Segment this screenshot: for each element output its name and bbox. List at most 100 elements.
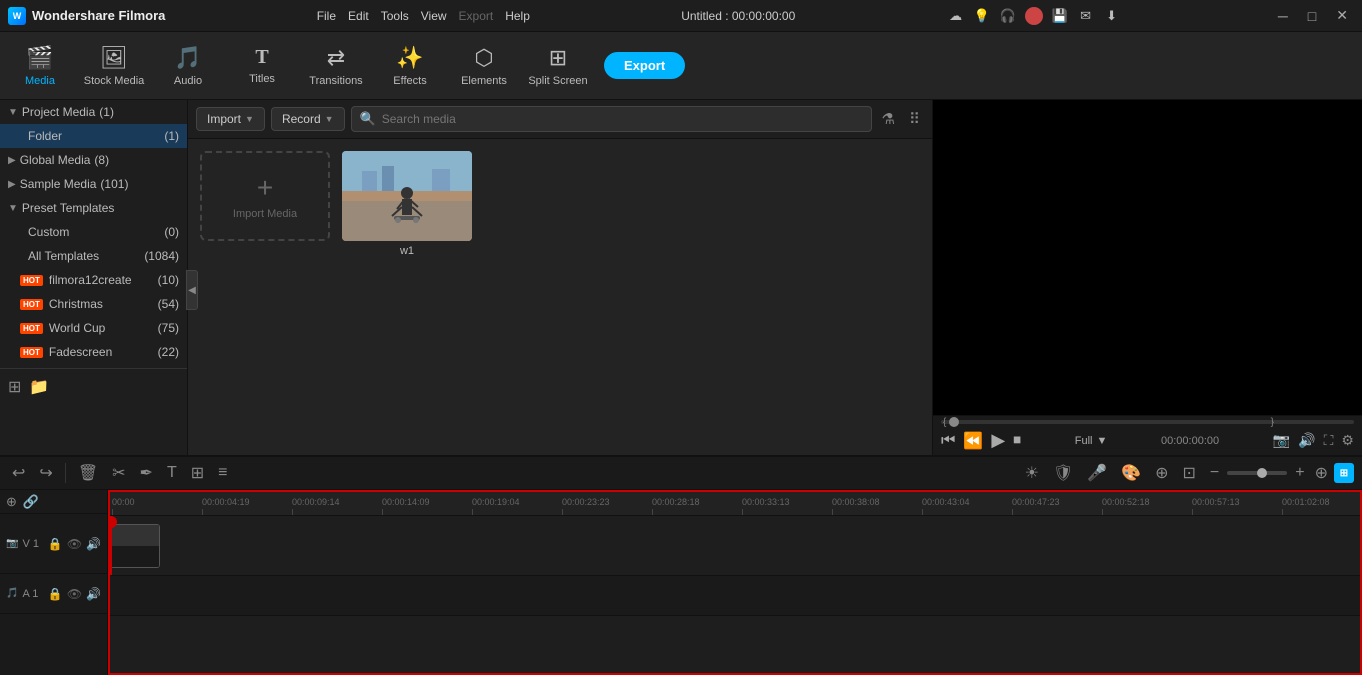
volume-icon[interactable]: 🔊 xyxy=(1298,432,1315,449)
panel-bottom-folder-icon[interactable]: 📁 xyxy=(29,377,49,397)
panel-project-media[interactable]: ▼ Project Media (1) xyxy=(0,100,187,124)
maximize-button[interactable]: □ xyxy=(1302,6,1322,26)
panel-all-templates[interactable]: All Templates (1084) xyxy=(0,244,187,268)
menu-bar: File Edit Tools View Export Help xyxy=(317,9,530,23)
search-input[interactable] xyxy=(382,112,863,126)
add-media-track-button[interactable]: ⊕ xyxy=(6,494,17,510)
grid-view-icon[interactable]: ⠿ xyxy=(905,108,924,130)
toolbar-titles[interactable]: T Titles xyxy=(226,34,298,98)
shield-button[interactable]: 🛡 xyxy=(1049,461,1077,485)
pen-button[interactable]: ✒ xyxy=(136,461,157,485)
app-window: W Wondershare Filmora File Edit Tools Vi… xyxy=(0,0,1362,675)
record-button[interactable]: Record ▼ xyxy=(271,107,345,131)
color-button[interactable]: 🎨 xyxy=(1117,461,1145,485)
camera-icon[interactable]: 📷 xyxy=(1273,432,1290,449)
stabilize-button[interactable]: ☀ xyxy=(1021,461,1043,485)
christmas-count: (54) xyxy=(158,297,179,311)
menu-file[interactable]: File xyxy=(317,9,336,23)
panel-world-cup[interactable]: HOT World Cup (75) xyxy=(0,316,187,340)
panel-fadescreen[interactable]: HOT Fadescreen (22) xyxy=(0,340,187,364)
add-media-button[interactable]: + Import Media xyxy=(200,151,330,241)
audio-track-lock-icon[interactable]: 🔒 xyxy=(48,587,63,601)
menu-view[interactable]: View xyxy=(421,9,447,23)
panel-filmora12create[interactable]: HOT filmora12create (10) xyxy=(0,268,187,292)
preview-seekbar[interactable]: { } xyxy=(941,420,1354,424)
menu-export[interactable]: Export xyxy=(459,9,494,23)
undo-button[interactable]: ↩ xyxy=(8,461,29,485)
zoom-slider-thumb[interactable] xyxy=(1257,468,1267,478)
track-eye-icon[interactable]: 👁 xyxy=(67,537,82,551)
export-button[interactable]: Export xyxy=(604,52,685,79)
seekbar-thumb[interactable] xyxy=(949,417,959,427)
multitrack-button[interactable]: ≡ xyxy=(214,462,231,484)
toolbar-transitions[interactable]: ⇄ Transitions xyxy=(300,34,372,98)
track-lock-icon[interactable]: 🔒 xyxy=(48,537,63,551)
menu-help[interactable]: Help xyxy=(505,9,530,23)
menu-edit[interactable]: Edit xyxy=(348,9,369,23)
snap-button[interactable]: ⊞ xyxy=(1334,463,1354,483)
media-item-w1[interactable]: w1 xyxy=(342,151,472,257)
text-button[interactable]: T xyxy=(163,462,181,484)
cut-button[interactable]: ✂ xyxy=(108,461,129,485)
panel-preset-templates[interactable]: ▼ Preset Templates xyxy=(0,196,187,220)
audio-track-vol-icon[interactable]: 🔊 xyxy=(86,587,101,601)
adjust-button[interactable]: ⊞ xyxy=(187,461,208,485)
close-button[interactable]: ✕ xyxy=(1330,5,1354,26)
panel-bottom-grid-icon[interactable]: ⊞ xyxy=(8,377,21,397)
cloud-icon[interactable]: ☁ xyxy=(947,7,965,25)
mic-button[interactable]: 🎤 xyxy=(1083,461,1111,485)
mail-icon[interactable]: ✉ xyxy=(1077,7,1095,25)
panel-custom[interactable]: Custom (0) xyxy=(0,220,187,244)
world-cup-count: (75) xyxy=(158,321,179,335)
link-track-button[interactable]: 🔗 xyxy=(23,494,39,510)
redo-button[interactable]: ↪ xyxy=(35,461,56,485)
audio-track-eye-icon[interactable]: 👁 xyxy=(67,587,82,601)
toolbar-elements[interactable]: ⬡ Elements xyxy=(448,34,520,98)
download-icon[interactable]: ⬇ xyxy=(1103,7,1121,25)
menu-tools[interactable]: Tools xyxy=(381,9,409,23)
zoom-slider[interactable] xyxy=(1227,471,1287,475)
delete-button[interactable]: 🗑 xyxy=(74,461,102,485)
fullscreen-icon[interactable]: ⛶ xyxy=(1324,432,1334,449)
collapse-panel-button[interactable]: ◀ xyxy=(186,270,198,310)
timeline-right-controls: ☀ 🛡 🎤 🎨 ⊕ ⊡ − + ⊕ ⊞ xyxy=(1021,461,1354,485)
audio-track-row xyxy=(110,576,1360,616)
settings-icon[interactable]: ⚙ xyxy=(1341,432,1354,449)
skip-back-button[interactable]: ⏮ xyxy=(941,432,955,450)
panel-folder[interactable]: Folder (1) xyxy=(0,124,187,148)
toolbar-effects-label: Effects xyxy=(393,75,426,87)
audio-track-icon: 🎵 xyxy=(6,588,18,599)
filmora12create-label: filmora12create xyxy=(49,273,132,287)
play-button[interactable]: ▶ xyxy=(991,430,1005,451)
filter-icon[interactable]: ⚗ xyxy=(878,108,899,130)
crop-button[interactable]: ⊡ xyxy=(1179,461,1200,485)
blend-button[interactable]: ⊕ xyxy=(1151,461,1172,485)
bulb-icon[interactable]: 💡 xyxy=(973,7,991,25)
hot-badge-2: HOT xyxy=(20,299,43,310)
resolution-selector[interactable]: Full ▼ xyxy=(1075,435,1108,447)
filmora12create-count: (10) xyxy=(158,273,179,287)
video-clip[interactable] xyxy=(110,524,160,568)
timeline-tracks[interactable]: 00:00 00:00:04:19 00:00:09:14 xyxy=(108,490,1362,675)
zoom-out-button[interactable]: − xyxy=(1206,462,1223,484)
toolbar-audio[interactable]: 🎵 Audio xyxy=(152,34,224,98)
track-vol-icon[interactable]: 🔊 xyxy=(86,537,101,551)
panel-sample-media[interactable]: ▶ Sample Media (101) xyxy=(0,172,187,196)
stop-button[interactable]: ⏹ xyxy=(1013,432,1021,450)
toolbar-effects[interactable]: ✨ Effects xyxy=(374,34,446,98)
panel-global-media[interactable]: ▶ Global Media (8) xyxy=(0,148,187,172)
toolbar-stock-media[interactable]: 🖼 Stock Media xyxy=(78,34,150,98)
import-button[interactable]: Import ▼ xyxy=(196,107,265,131)
step-back-button[interactable]: ⏪ xyxy=(963,431,983,451)
minimize-button[interactable]: ─ xyxy=(1272,6,1294,26)
toolbar-media[interactable]: 🎬 Media xyxy=(4,34,76,98)
add-track-button[interactable]: ⊕ xyxy=(1315,463,1328,483)
headset-icon[interactable]: 🎧 xyxy=(999,7,1017,25)
panel-christmas[interactable]: HOT Christmas (54) xyxy=(0,292,187,316)
import-label: Import xyxy=(207,112,241,126)
zoom-in-button[interactable]: + xyxy=(1291,462,1308,484)
user-avatar[interactable] xyxy=(1025,7,1043,25)
toolbar-split-screen[interactable]: ⊞ Split Screen xyxy=(522,34,594,98)
save-icon[interactable]: 💾 xyxy=(1051,7,1069,25)
preview-time: 00:00:00:00 xyxy=(1161,435,1219,447)
